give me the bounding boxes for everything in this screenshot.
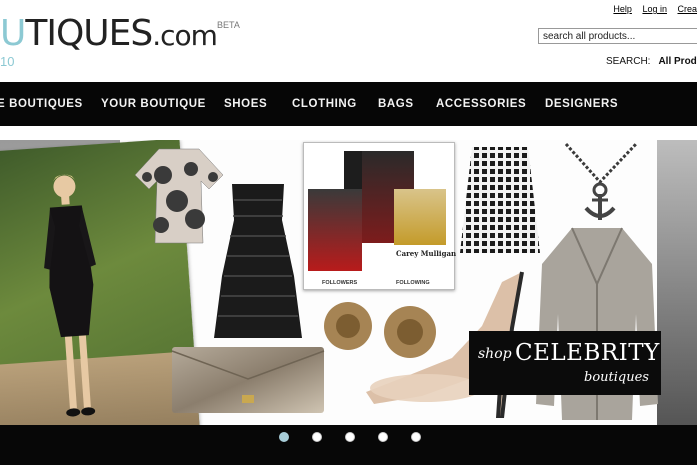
cta-title: CELEBRITY: [515, 340, 660, 366]
beta-badge: BETA: [217, 20, 240, 30]
carousel-dot-4[interactable]: [378, 432, 388, 442]
hero-banner[interactable]: Carey Mulligan FOLLOWERS FOLLOWING shop …: [0, 140, 697, 425]
nav-item-bags[interactable]: BAGS: [378, 82, 414, 126]
carousel-dot-3[interactable]: [345, 432, 355, 442]
create-account-link[interactable]: Crea: [677, 4, 697, 14]
black-dress-product[interactable]: [212, 180, 304, 342]
help-link[interactable]: Help: [613, 4, 632, 14]
collage-photo-3: [308, 189, 362, 271]
nav-item-boutiques[interactable]: E BOUTIQUES: [0, 82, 83, 126]
cta-subtitle: boutiques: [584, 370, 649, 385]
hero-backdrop-right: [657, 140, 697, 425]
account-links: Help Log in Crea: [605, 4, 697, 14]
cta-shop-label: shop: [478, 346, 512, 362]
logo-word: TIQUES: [25, 13, 153, 54]
carousel-bar: [0, 425, 697, 465]
followers-label[interactable]: FOLLOWERS: [322, 280, 357, 286]
carousel-dot-1[interactable]: [279, 432, 289, 442]
main-nav: E BOUTIQUES YOUR BOUTIQUE SHOES CLOTHING…: [0, 82, 697, 126]
celebrity-figure: [44, 174, 96, 417]
logo-wordmark: UTIQUES.com: [0, 13, 218, 56]
site-logo[interactable]: UTIQUES.com BETA 10: [0, 13, 240, 70]
metallic-clutch-product[interactable]: [170, 343, 326, 415]
collage-caption: Carey Mulligan: [396, 249, 457, 258]
carousel-dot-2[interactable]: [312, 432, 322, 442]
search-label: SEARCH:: [606, 56, 651, 67]
nav-item-shoes[interactable]: SHOES: [224, 82, 267, 126]
logo-year: 10: [0, 54, 15, 69]
shop-celebrity-boutiques-button[interactable]: shop CELEBRITY boutiques: [469, 331, 661, 395]
collage-photo-4: [394, 189, 446, 245]
carousel-dot-5[interactable]: [411, 432, 421, 442]
logo-tld: .com: [152, 19, 218, 52]
logo-accent-letter: U: [0, 13, 26, 54]
nav-item-your-boutique[interactable]: YOUR BOUTIQUE: [101, 82, 206, 126]
nav-item-clothing[interactable]: CLOTHING: [292, 82, 357, 126]
search-scope-select[interactable]: All Produ: [658, 56, 697, 67]
search-scope: SEARCH: All Produ: [606, 56, 697, 67]
search-input[interactable]: [538, 28, 697, 44]
nav-item-designers[interactable]: DESIGNERS: [545, 82, 618, 126]
anchor-necklace-product[interactable]: [560, 142, 640, 224]
checked-skirt-product[interactable]: [458, 145, 542, 255]
nav-item-accessories[interactable]: ACCESSORIES: [436, 82, 526, 126]
login-link[interactable]: Log in: [642, 4, 667, 14]
